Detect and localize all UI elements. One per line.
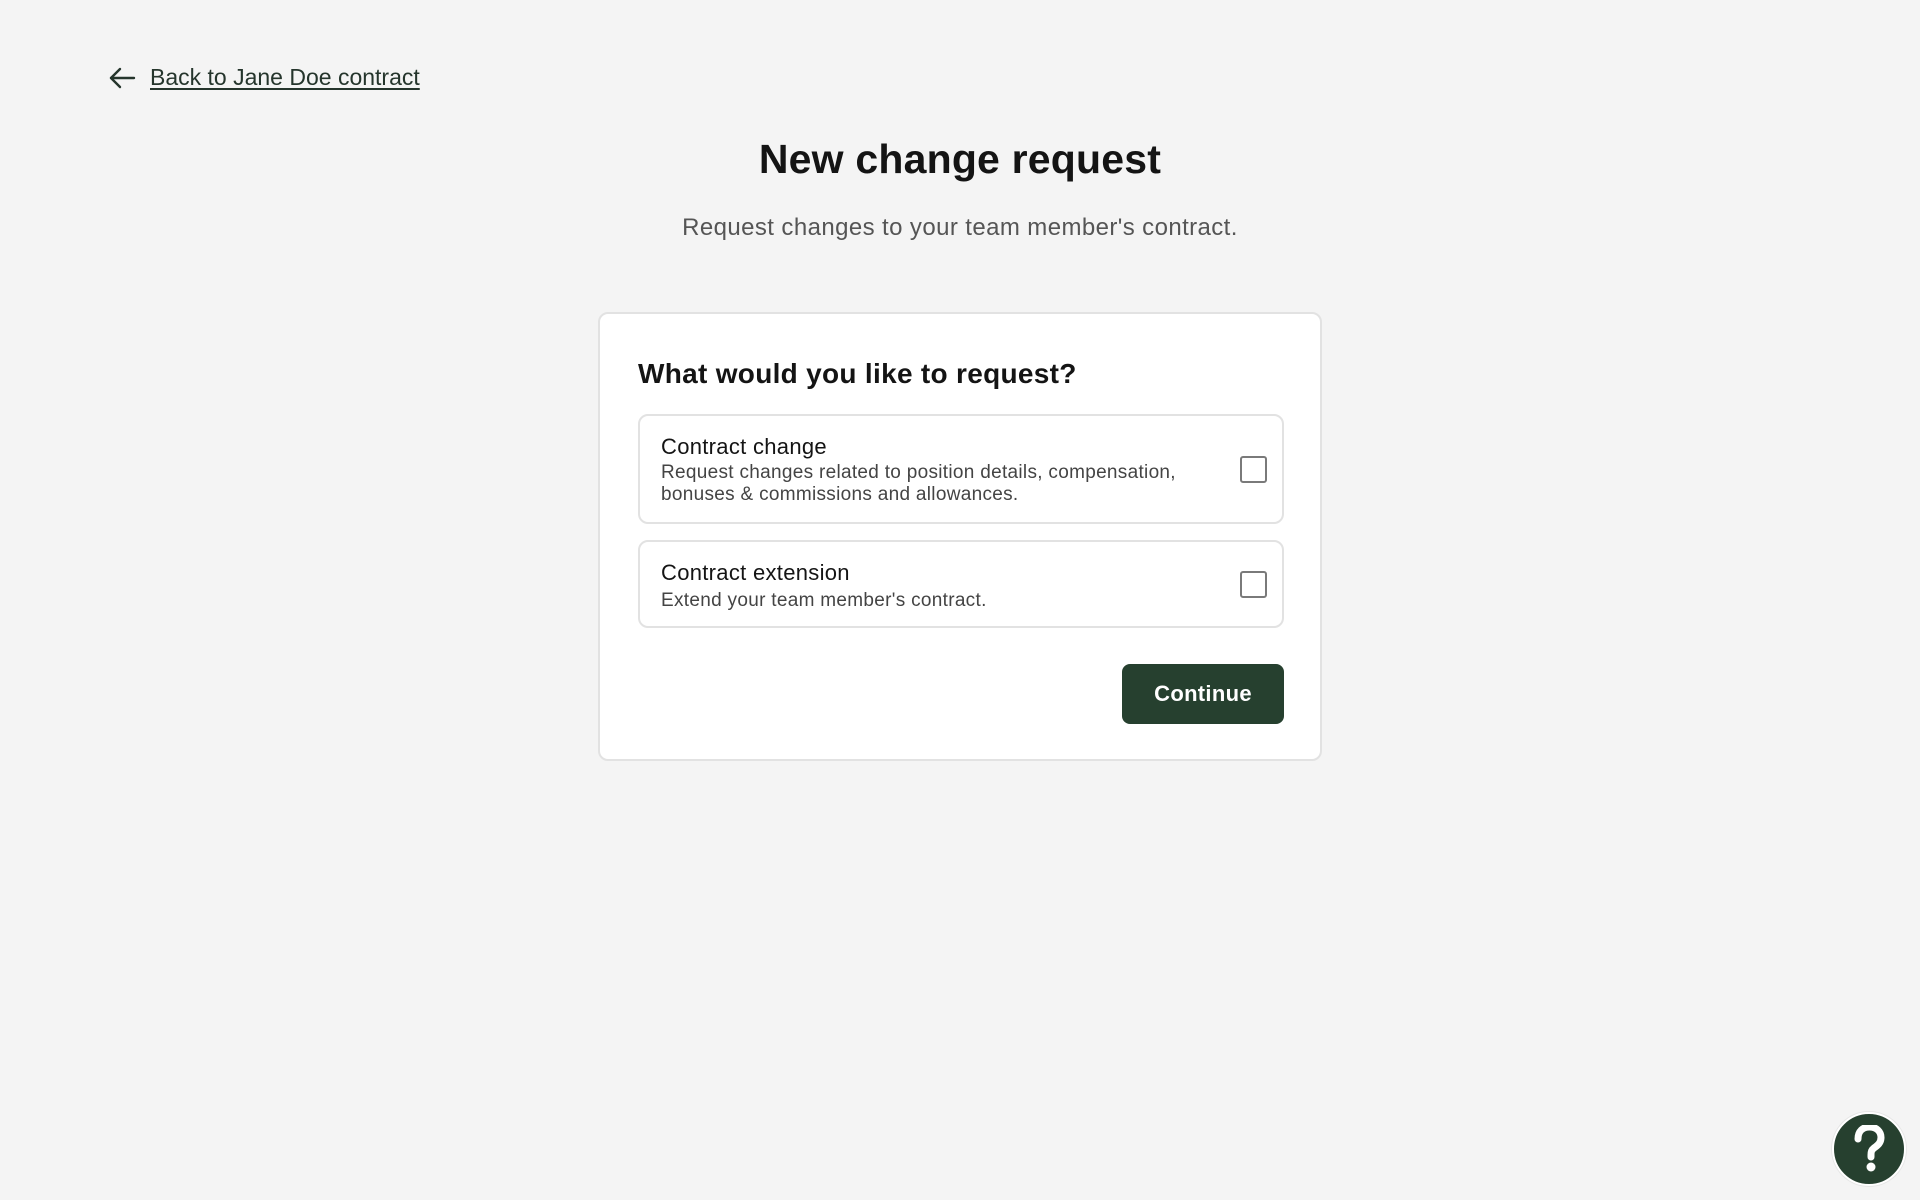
- page-subtitle: Request changes to your team member's co…: [682, 214, 1238, 241]
- help-button[interactable]: [1832, 1112, 1906, 1186]
- option-title: Contract extension: [661, 560, 850, 585]
- arrow-left-icon: [108, 66, 136, 90]
- question-mark-icon: [1852, 1125, 1886, 1173]
- option-description: Request changes related to position deta…: [661, 462, 1176, 505]
- back-link-label[interactable]: Back to Jane Doe contract: [150, 64, 420, 91]
- card-title: What would you like to request?: [638, 358, 1077, 389]
- continue-button[interactable]: Continue: [1122, 664, 1284, 724]
- request-type-card: What would you like to request? Contract…: [598, 312, 1322, 761]
- option-contract-extension[interactable]: Contract extension Extend your team memb…: [638, 540, 1284, 628]
- contract-change-checkbox[interactable]: [1240, 456, 1267, 483]
- contract-extension-checkbox[interactable]: [1240, 571, 1267, 598]
- option-title: Contract change: [661, 434, 827, 459]
- back-link[interactable]: Back to Jane Doe contract: [108, 64, 420, 91]
- page: Back to Jane Doe contract New change req…: [0, 0, 1920, 1200]
- page-title: New change request: [758, 136, 1162, 182]
- option-contract-change[interactable]: Contract change Request changes related …: [638, 414, 1284, 524]
- option-description: Extend your team member's contract.: [661, 590, 987, 611]
